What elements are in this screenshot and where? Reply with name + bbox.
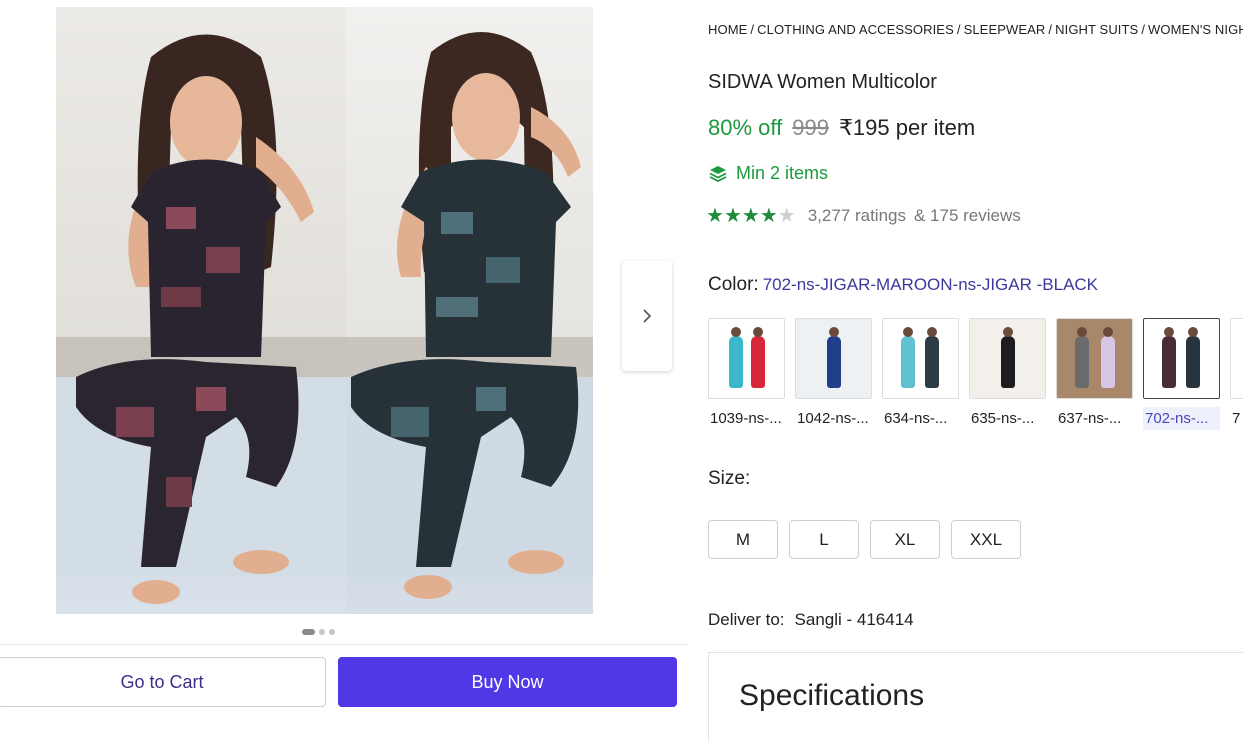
breadcrumb-item[interactable]: NIGHT SUITS <box>1055 22 1138 37</box>
swatch-thumbnail[interactable] <box>1230 318 1243 399</box>
breadcrumb-separator: / <box>956 22 961 37</box>
star-icon-filled: ★ <box>741 205 760 227</box>
rating-summary[interactable]: ★ ★ ★ ★ ★ 3,277 ratings & 175 reviews <box>706 206 1021 226</box>
original-price: 999 <box>792 115 829 140</box>
color-swatch[interactable]: 7 <box>1230 318 1243 430</box>
chevron-right-icon <box>643 309 652 323</box>
action-bar: Go to Cart Buy Now <box>0 644 688 723</box>
star-rating: ★ ★ ★ ★ ★ <box>706 206 796 226</box>
breadcrumb-separator: / <box>750 22 755 37</box>
size-option-m[interactable]: M <box>708 520 778 559</box>
swatch-thumbnail[interactable] <box>708 318 785 399</box>
breadcrumb: HOME / CLOTHING AND ACCESSORIES / SLEEPWEAR /… <box>708 22 1243 37</box>
breadcrumb-item[interactable]: WOMEN'S NIGHT SUITS <box>1148 22 1243 37</box>
gallery-pagination <box>302 629 335 635</box>
swatch-thumbnail[interactable] <box>1056 318 1133 399</box>
swatch-label: 1039-ns-... <box>710 410 782 427</box>
swatch-thumbnail[interactable] <box>969 318 1046 399</box>
color-swatch-selected[interactable]: 702-ns-... <box>1143 318 1220 430</box>
color-swatch[interactable]: 1039-ns-... <box>708 318 785 430</box>
swatch-thumbnail[interactable] <box>795 318 872 399</box>
product-photo-black <box>346 7 593 614</box>
breadcrumb-separator: / <box>1141 22 1146 37</box>
selling-price: ₹195 per item <box>838 115 976 140</box>
size-selector: M L XL XXL <box>708 520 1021 559</box>
size-option-l[interactable]: L <box>789 520 859 559</box>
swatch-label: 7 <box>1232 410 1241 427</box>
swatch-label: 637-ns-... <box>1058 410 1122 427</box>
color-swatch-list: 1039-ns-... 1042-ns-... 634-ns-... 635-n… <box>708 318 1243 440</box>
size-label: Size: <box>708 468 751 489</box>
swatch-label: 702-ns-... <box>1143 407 1220 430</box>
delivery-pincode: Sangli - 416414 <box>794 610 914 629</box>
buy-now-button[interactable]: Buy Now <box>338 657 677 707</box>
color-selector-header: Color: 702-ns-JIGAR-MAROON-ns-JIGAR -BLAC… <box>708 274 1098 296</box>
swatch-label: 635-ns-... <box>971 410 1035 427</box>
star-icon-filled: ★ <box>706 205 724 227</box>
breadcrumb-item[interactable]: HOME <box>708 22 747 37</box>
star-icon-empty: ★ <box>777 205 796 227</box>
color-swatch[interactable]: 635-ns-... <box>969 318 1046 430</box>
color-label: Color: <box>708 274 759 295</box>
size-option-xl[interactable]: XL <box>870 520 940 559</box>
star-icon-filled: ★ <box>759 205 778 227</box>
specifications-section: Specifications <box>708 652 1243 742</box>
selected-color-value: 702-ns-JIGAR-MAROON-ns-JIGAR -BLACK <box>762 275 1099 294</box>
min-items-badge: Min 2 items <box>708 163 828 184</box>
reviews-count: & 175 reviews <box>913 206 1021 225</box>
price-row: 80% off 999 ₹195 per item <box>708 115 975 141</box>
color-swatch[interactable]: 1042-ns-... <box>795 318 872 430</box>
min-items-text: Min 2 items <box>736 163 829 183</box>
layers-icon <box>709 165 727 182</box>
pagination-dot[interactable] <box>329 629 335 635</box>
delivery-location[interactable]: Deliver to: Sangli - 416414 <box>708 610 914 630</box>
pagination-dot-active[interactable] <box>302 629 315 635</box>
swatch-thumbnail[interactable] <box>882 318 959 399</box>
breadcrumb-separator: / <box>1048 22 1053 37</box>
swatch-label: 634-ns-... <box>884 410 948 427</box>
size-option-xxl[interactable]: XXL <box>951 520 1021 559</box>
star-icon-filled: ★ <box>723 205 742 227</box>
swatch-thumbnail[interactable] <box>1143 318 1220 399</box>
deliver-to-label: Deliver to: <box>708 610 785 629</box>
swatch-label: 1042-ns-... <box>797 410 869 427</box>
breadcrumb-item[interactable]: SLEEPWEAR <box>964 22 1046 37</box>
product-title: SIDWA Women Multicolor <box>708 71 937 93</box>
pagination-dot[interactable] <box>319 629 325 635</box>
color-swatch[interactable]: 634-ns-... <box>882 318 959 430</box>
color-swatch[interactable]: 637-ns-... <box>1056 318 1133 430</box>
gallery-next-button[interactable] <box>622 261 672 371</box>
product-photo-maroon <box>56 7 346 614</box>
ratings-count: 3,277 ratings <box>807 206 906 225</box>
go-to-cart-button[interactable]: Go to Cart <box>0 657 326 707</box>
discount-percent: 80% off <box>708 115 783 140</box>
product-image-gallery[interactable] <box>56 7 593 614</box>
specifications-heading: Specifications <box>739 679 925 712</box>
breadcrumb-item[interactable]: CLOTHING AND ACCESSORIES <box>757 22 954 37</box>
